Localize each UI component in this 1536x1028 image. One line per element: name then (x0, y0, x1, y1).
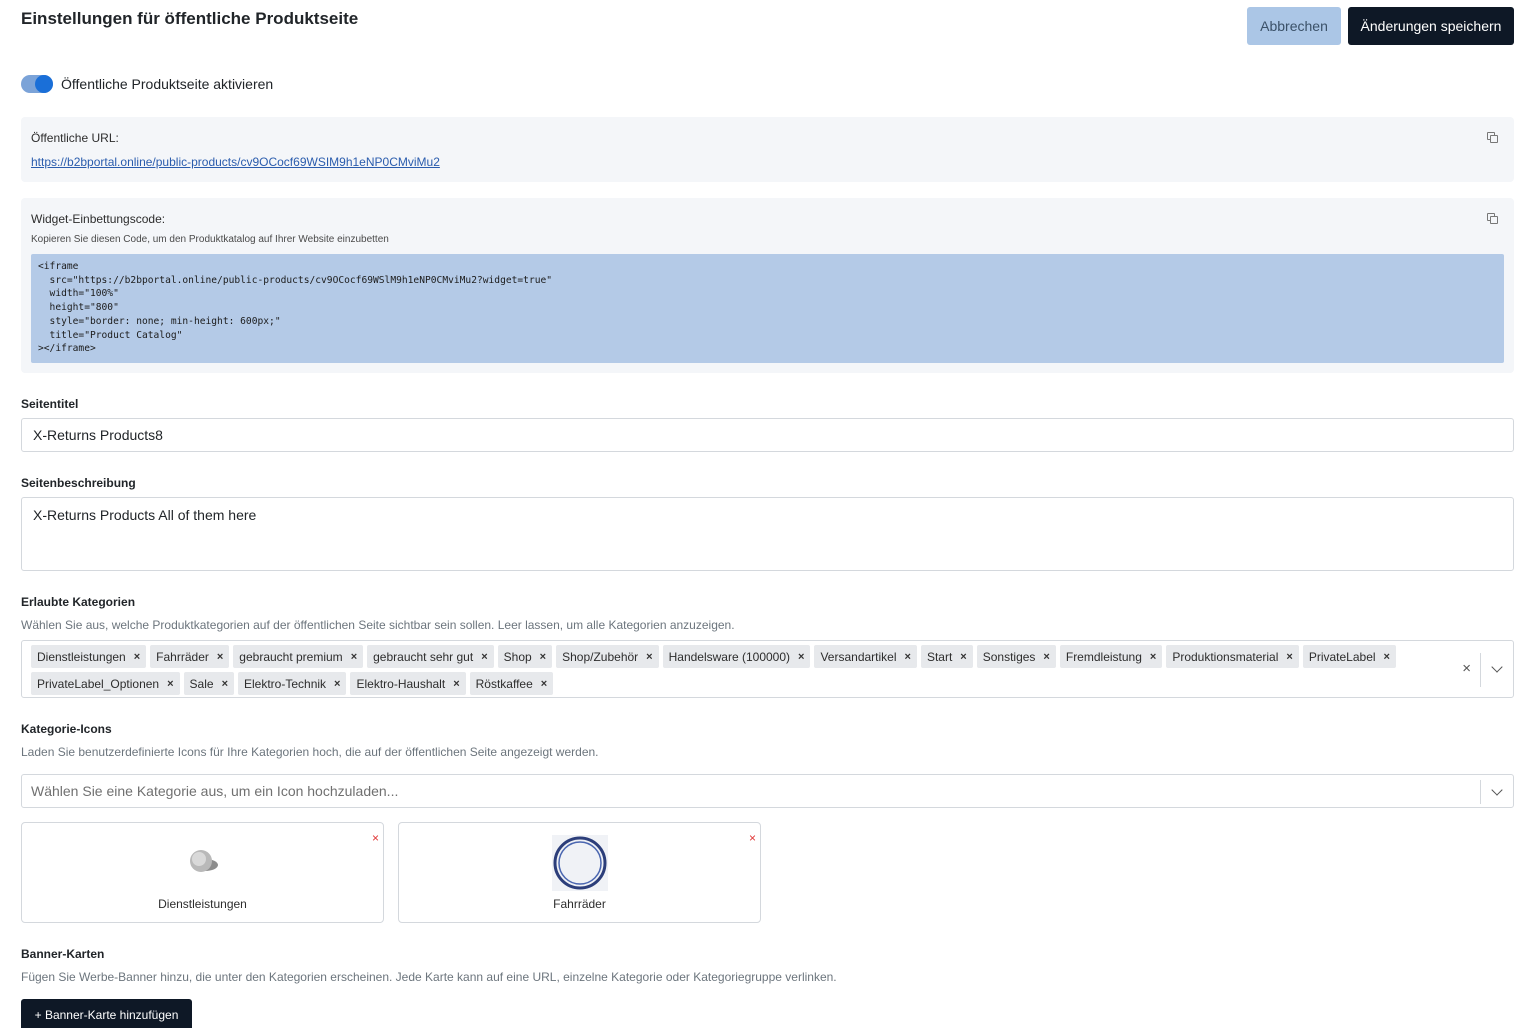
public-page-toggle[interactable] (21, 75, 53, 93)
chip-remove-icon[interactable]: × (1043, 651, 1049, 663)
widget-embed-panel: Widget-Einbettungscode: Kopieren Sie die… (21, 198, 1514, 373)
page-title-label: Seitentitel (21, 397, 79, 411)
category-chip: Start × (920, 645, 973, 668)
copy-icon[interactable] (1487, 213, 1498, 224)
chip-remove-icon[interactable]: × (222, 678, 228, 690)
public-url-panel: Öffentliche URL: https://b2bportal.onlin… (21, 117, 1514, 182)
public-url-link[interactable]: https://b2bportal.online/public-products… (31, 155, 440, 169)
category-chip: Produktionsmaterial × (1166, 645, 1299, 668)
category-chip: gebraucht premium × (233, 645, 364, 668)
chip-remove-icon[interactable]: × (1286, 651, 1292, 663)
category-icons-help: Laden Sie benutzerdefinierte Icons für I… (21, 745, 599, 759)
banner-cards-help: Fügen Sie Werbe-Banner hinzu, die unter … (21, 970, 837, 984)
public-url-label: Öffentliche URL: (31, 131, 119, 145)
category-chip-label: PrivateLabel_Optionen (37, 676, 160, 691)
ring-icon (551, 835, 608, 891)
categories-multiselect[interactable]: Dienstleistungen × Fahrräder × gebraucht pre… (21, 640, 1514, 698)
category-chip-label: PrivateLabel (1308, 649, 1376, 664)
chip-remove-icon[interactable]: × (798, 651, 804, 663)
category-chip: Sonstiges × (976, 645, 1056, 668)
widget-embed-hint: Kopieren Sie diesen Code, um den Produkt… (31, 234, 389, 245)
category-chip-label: gebraucht sehr gut (373, 649, 474, 664)
category-chip: Röstkaffee × (469, 672, 554, 695)
select-divider (1480, 780, 1481, 804)
category-chip: Shop/Zubehör × (556, 645, 659, 668)
category-chip-label: Elektro-Technik (244, 676, 327, 691)
chevron-down-icon[interactable] (1491, 661, 1503, 673)
category-icon-select[interactable]: Wählen Sie eine Kategorie aus, um ein Ic… (21, 774, 1514, 808)
chip-remove-icon[interactable]: × (960, 651, 966, 663)
category-chip-label: Fremdleistung (1065, 649, 1142, 664)
chip-remove-icon[interactable]: × (1384, 651, 1390, 663)
category-chip: Versandartikel × (814, 645, 917, 668)
category-icon-card-name: Dienstleistungen (158, 897, 247, 911)
chip-remove-icon[interactable]: × (905, 651, 911, 663)
chip-remove-icon[interactable]: × (217, 651, 223, 663)
category-chip-label: Dienstleistungen (37, 649, 126, 664)
page-title-input[interactable] (21, 418, 1514, 452)
category-chip-label: Start (926, 649, 953, 664)
category-icon-card: × Fahrräder (398, 822, 761, 923)
category-icons-label: Kategorie-Icons (21, 722, 112, 736)
category-chips: Dienstleistungen × Fahrräder × gebraucht pre… (31, 645, 1451, 695)
toggle-label: Öffentliche Produktseite aktivieren (61, 76, 274, 92)
chip-remove-icon[interactable]: × (453, 678, 459, 690)
chip-remove-icon[interactable]: × (646, 651, 652, 663)
category-chip: Handelsware (100000) × (662, 645, 811, 668)
allowed-categories-label: Erlaubte Kategorien (21, 595, 136, 609)
chip-remove-icon[interactable]: × (540, 651, 546, 663)
chip-remove-icon[interactable]: × (351, 651, 357, 663)
chip-remove-icon[interactable]: × (134, 651, 140, 663)
chip-remove-icon[interactable]: × (334, 678, 340, 690)
banner-cards-label: Banner-Karten (21, 947, 105, 961)
category-chip: Shop × (497, 645, 553, 668)
category-icon-card-name: Fahrräder (553, 897, 606, 911)
category-chip-label: Fahrräder (156, 649, 209, 664)
cancel-button[interactable]: Abbrechen (1247, 7, 1341, 45)
category-chip: Elektro-Technik × (238, 672, 347, 695)
category-chip: Fremdleistung × (1059, 645, 1163, 668)
remove-icon-button[interactable]: × (749, 831, 756, 845)
page-description-label: Seitenbeschreibung (21, 476, 136, 490)
remove-icon-button[interactable]: × (372, 831, 379, 845)
category-icon-card: × Dienstleistungen (21, 822, 384, 923)
allowed-categories-help: Wählen Sie aus, welche Produktkategorien… (21, 618, 735, 632)
coin-icon (189, 850, 218, 872)
multiselect-divider (1480, 653, 1481, 687)
category-chip-label: Shop/Zubehör (562, 649, 639, 664)
category-chip: Sale × (183, 672, 234, 695)
widget-embed-label: Widget-Einbettungscode: (31, 212, 166, 226)
category-chip: Dienstleistungen × (31, 645, 147, 668)
chip-remove-icon[interactable]: × (167, 678, 173, 690)
category-chip: PrivateLabel × (1302, 645, 1396, 668)
chip-remove-icon[interactable]: × (481, 651, 487, 663)
category-chip-label: gebraucht premium (239, 649, 343, 664)
category-chip-label: Produktionsmaterial (1172, 649, 1279, 664)
category-chip-label: Sonstiges (982, 649, 1036, 664)
page-title: Einstellungen für öffentliche Produktsei… (21, 9, 359, 28)
category-chip-label: Röstkaffee (475, 676, 533, 691)
toggle-knob (35, 75, 53, 93)
category-chip-label: Handelsware (100000) (668, 649, 791, 664)
category-chip-label: Versandartikel (820, 649, 897, 664)
page-description-textarea[interactable]: X-Returns Products All of them here (21, 497, 1514, 571)
category-chip-label: Sale (189, 676, 214, 691)
embed-code-block[interactable]: <iframe src="https://b2bportal.online/pu… (31, 254, 1504, 363)
category-chip: PrivateLabel_Optionen × (31, 672, 180, 695)
clear-selection-icon[interactable]: × (1462, 660, 1471, 677)
category-icon-select-placeholder: Wählen Sie eine Kategorie aus, um ein Ic… (31, 783, 399, 799)
save-changes-button[interactable]: Änderungen speichern (1348, 7, 1514, 45)
category-chip-label: Elektro-Haushalt (356, 676, 446, 691)
add-banner-card-button[interactable]: + Banner-Karte hinzufügen (21, 999, 192, 1028)
chevron-down-icon[interactable] (1491, 784, 1503, 796)
category-chip: Elektro-Haushalt × (350, 672, 466, 695)
category-chip: gebraucht sehr gut × (367, 645, 494, 668)
category-chip: Fahrräder × (150, 645, 230, 668)
category-chip-label: Shop (503, 649, 532, 664)
chip-remove-icon[interactable]: × (541, 678, 547, 690)
chip-remove-icon[interactable]: × (1150, 651, 1156, 663)
public-page-toggle-row[interactable]: Öffentliche Produktseite aktivieren (21, 75, 273, 93)
copy-icon[interactable] (1487, 132, 1498, 143)
